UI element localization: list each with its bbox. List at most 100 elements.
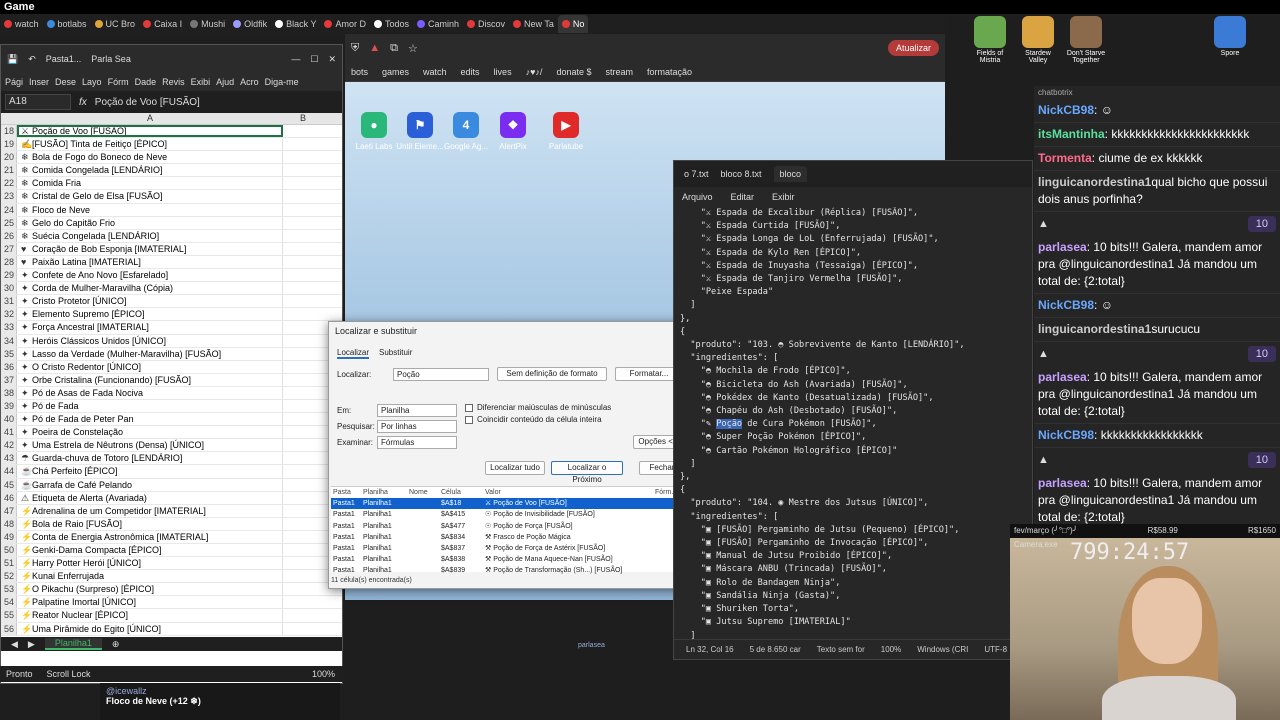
table-row[interactable]: 29 ✦ Confete de Ano Novo [Esfarelado] (1, 269, 342, 283)
bookmark-icon[interactable]: ☆ (408, 42, 418, 55)
table-row[interactable]: 27 ♥ Coração de Bob Esponja [IMATERIAL] (1, 242, 342, 256)
cell-a[interactable]: ✦ Confete de Ano Novo [Esfarelado] (17, 269, 283, 282)
browser-tab[interactable]: Caminh (413, 15, 463, 33)
cell-a[interactable]: ❄ Cristal de Gelo de Elsa [FUSÃO] (17, 190, 283, 203)
table-row[interactable]: 55 ⚡Reator Nuclear [ÉPICO] (1, 609, 342, 623)
bookmark-item[interactable]: ♪♥♪/ (526, 67, 543, 77)
menu-item[interactable]: Arquivo (682, 192, 713, 202)
column-b-header[interactable]: B (283, 113, 323, 124)
cell-a[interactable]: ♥ Coração de Bob Esponja [IMATERIAL] (17, 242, 283, 255)
row-number[interactable]: 30 (1, 282, 17, 295)
cell-a[interactable]: ⚡Reator Nuclear [ÉPICO] (17, 609, 283, 622)
table-row[interactable]: 33 ✦ Força Ancestral [IMATERIAL] (1, 321, 342, 335)
row-number[interactable]: 36 (1, 360, 17, 373)
close-icon[interactable]: ✕ (328, 54, 336, 65)
cell-a[interactable]: ❄ Floco de Neve (17, 203, 283, 216)
cell-a[interactable]: ⚡Uma Pirâmide do Egito [ÚNICO] (17, 622, 283, 635)
cell-b[interactable] (283, 544, 323, 556)
cell-b[interactable] (283, 387, 323, 399)
menu-item[interactable]: Editar (731, 192, 755, 202)
prev-sheet-icon[interactable]: ◀ (11, 639, 18, 650)
bookmark-item[interactable]: formatação (647, 67, 692, 77)
chat-username[interactable]: parlasea (1038, 370, 1087, 384)
cell-a[interactable]: ✦ Cristo Protetor [ÚNICO] (17, 295, 283, 308)
cell-a[interactable]: ✦ Heróis Clássicos Unidos [ÚNICO] (17, 334, 283, 347)
notepad-tab[interactable]: o 7.txt (684, 169, 709, 179)
cell-b[interactable] (283, 596, 323, 608)
cell-b[interactable] (283, 609, 323, 621)
table-row[interactable]: 49 ⚡Conta de Energia Astronômica [IMATERI… (1, 530, 342, 544)
row-number[interactable]: 33 (1, 321, 17, 334)
table-row[interactable]: 19 ✍[FUSÃO] Tinta de Feitiço [ÉPICO] (1, 138, 342, 152)
menu-item[interactable]: Exibir (772, 192, 795, 202)
row-number[interactable]: 55 (1, 609, 17, 622)
cell-a[interactable]: ⚡Harry Potter Herói [ÚNICO] (17, 557, 283, 570)
cell-b[interactable] (283, 413, 323, 425)
table-row[interactable]: 26 ❄ Suécia Congelada [LENDÁRIO] (1, 229, 342, 243)
desktop-shortcut[interactable]: Don't Starve Together (1064, 16, 1108, 64)
table-row[interactable]: 25 ❄ Gelo do Capitão Frio (1, 216, 342, 230)
table-row[interactable]: 56 ⚡Uma Pirâmide do Egito [ÚNICO] (1, 622, 342, 636)
browser-tab[interactable]: Mushi (186, 15, 229, 33)
result-row[interactable]: Pasta1 Planilha1 $A$18 ⚔ Poção de Voo [FUSÃ… (331, 498, 687, 510)
shield-icon[interactable]: ⛨ (351, 42, 359, 55)
cell-a[interactable]: ❄ Bola de Fogo do Boneco de Neve (17, 151, 283, 164)
table-row[interactable]: 32 ✦ Elemento Supremo [ÉPICO] (1, 308, 342, 322)
ribbon-tab[interactable]: Dade (135, 77, 157, 87)
row-number[interactable]: 25 (1, 216, 17, 229)
ribbon-tab[interactable]: Revis (162, 77, 185, 87)
cell-b[interactable] (283, 177, 323, 189)
row-number[interactable]: 39 (1, 399, 17, 413)
browser-tab[interactable]: Discov (463, 15, 509, 33)
browser-tab[interactable]: Todos (370, 15, 413, 33)
desktop-shortcut[interactable]: Fields of Mistria (968, 16, 1012, 64)
cell-a[interactable]: ✦ Pó de Fada (17, 399, 283, 413)
row-number[interactable]: 20 (1, 151, 17, 164)
chat-username[interactable]: linguicanordestina1 (1038, 322, 1151, 336)
find-all-button[interactable]: Localizar tudo (485, 461, 545, 475)
row-number[interactable]: 31 (1, 295, 17, 308)
row-number[interactable]: 29 (1, 269, 17, 282)
row-number[interactable]: 26 (1, 229, 17, 242)
shortcut-tile[interactable]: ● Laeti Labs (349, 112, 399, 151)
ribbon-tab[interactable]: Pági (5, 77, 23, 87)
browser-tab[interactable]: Black Y (271, 15, 320, 33)
minimize-icon[interactable]: — (291, 54, 300, 64)
find-next-button[interactable]: Localizar o Próximo (551, 461, 623, 484)
row-number[interactable]: 22 (1, 177, 17, 190)
chat-username[interactable]: NickCB98 (1038, 103, 1094, 117)
table-row[interactable]: 42 ✦ Uma Estrela de Nêutrons (Densa) [ÚNIC… (1, 439, 342, 453)
notepad-tab[interactable]: bloco 8.txt (721, 169, 762, 179)
shortcut-tile[interactable]: ⚑ Until Eleme... (395, 112, 445, 151)
cell-a[interactable]: ⚡Genki-Dama Compacta [ÉPICO] (17, 544, 283, 557)
row-number[interactable]: 45 (1, 478, 17, 491)
cell-b[interactable] (283, 400, 323, 412)
ribbon-tab[interactable]: Diga-me (265, 77, 299, 87)
table-row[interactable]: 43 ☂ Guarda-chuva de Totoro [LENDÁRIO] (1, 452, 342, 466)
cell-b[interactable] (283, 570, 323, 582)
result-row[interactable]: Pasta1 Planilha1 $A$834 ⚒ Frasco de Poção M… (331, 532, 687, 543)
results-column-header[interactable]: Nome (409, 487, 441, 498)
cell-b[interactable] (283, 256, 323, 268)
browser-tab[interactable]: botlabs (43, 15, 91, 33)
row-number[interactable]: 49 (1, 530, 17, 543)
row-number[interactable]: 53 (1, 583, 17, 596)
chat-username[interactable]: NickCB98 (1038, 298, 1094, 312)
cell-a[interactable]: ❄ Suécia Congelada [LENDÁRIO] (17, 229, 283, 242)
cell-a[interactable]: ✦ Elemento Supremo [ÉPICO] (17, 308, 283, 321)
chat-username[interactable]: itsMantinha (1038, 127, 1105, 141)
result-row[interactable]: Pasta1 Planilha1 $A$837 ⚒ Poção de Força de… (331, 543, 687, 554)
cell-a[interactable]: ✦ Pó de Asas de Fada Nociva (17, 386, 283, 399)
cell-a[interactable]: ✦ Uma Estrela de Nêutrons (Densa) [ÚNICO] (17, 439, 283, 452)
function-icon[interactable]: fx (79, 97, 87, 108)
chat-username[interactable]: NickCB98 (1038, 428, 1094, 442)
row-number[interactable]: 44 (1, 465, 17, 478)
within-select[interactable]: Planilha (377, 404, 457, 417)
browser-tab[interactable]: Caixa I (139, 15, 186, 33)
table-row[interactable]: 28 ♥ Paixão Latina [IMATERIAL] (1, 255, 342, 270)
cell-a[interactable]: ☂ Guarda-chuva de Totoro [LENDÁRIO] (17, 452, 283, 465)
table-row[interactable]: 22 ❄ Comida Fria (1, 177, 342, 191)
cell-a[interactable]: ⚔ Poção de Voo [FUSÃO] (17, 125, 283, 138)
desktop-shortcut[interactable]: Stardew Valley (1016, 16, 1060, 64)
row-number[interactable]: 51 (1, 557, 17, 570)
